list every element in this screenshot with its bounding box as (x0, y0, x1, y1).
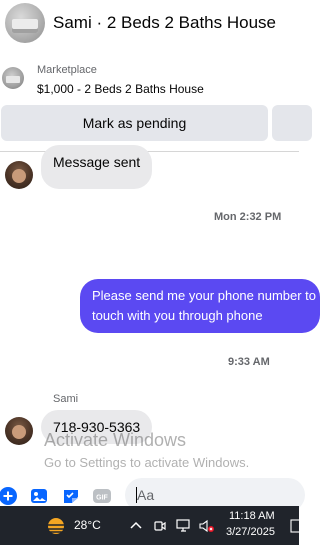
network-icon[interactable] (176, 518, 192, 534)
meet-now-icon[interactable] (152, 518, 168, 534)
clock-time[interactable]: 11:18 AM (229, 510, 275, 522)
activate-windows-subtitle: Go to Settings to activate Windows. (44, 455, 250, 470)
sender-name: Sami (53, 393, 79, 405)
timestamp-2: 9:33 AM (228, 356, 270, 368)
clock-date[interactable]: 3/27/2025 (226, 526, 275, 538)
chevron-up-icon[interactable] (128, 518, 144, 534)
plus-icon[interactable] (0, 487, 17, 505)
notification-icon[interactable] (288, 518, 304, 534)
listing-source-label: Marketplace (37, 64, 97, 76)
listing-title: $1,000 - 2 Beds 2 Baths House (37, 82, 204, 96)
marketplace-listing[interactable]: Marketplace $1,000 - 2 Beds 2 Baths Hous… (0, 55, 299, 101)
outgoing-text-line1: Please send me your phone number to get … (92, 288, 320, 303)
sender-avatar[interactable] (5, 161, 33, 189)
secondary-action-button[interactable] (272, 105, 312, 141)
listing-thumbnail (2, 67, 24, 89)
mark-as-pending-button[interactable]: Mark as pending (1, 105, 268, 141)
sender-avatar[interactable] (5, 417, 33, 445)
photo-icon[interactable] (30, 487, 48, 505)
message-bubble-incoming: 718-930-5363 (41, 410, 153, 444)
volume-muted-icon[interactable] (199, 518, 215, 534)
contact-avatar[interactable] (5, 3, 45, 43)
message-bubble-system: Message sent (41, 145, 153, 189)
sticker-icon[interactable] (62, 487, 80, 505)
gif-icon[interactable]: GIF (93, 487, 111, 505)
message-input[interactable] (137, 486, 287, 504)
windows-taskbar: 28°C 11:18 AM 3/27/2025 (0, 506, 302, 545)
conversation-title[interactable]: Sami · 2 Beds 2 Baths House (53, 13, 276, 33)
weather-icon[interactable] (45, 516, 67, 536)
temperature-text[interactable]: 28°C (74, 518, 101, 532)
conversation-header: Sami · 2 Beds 2 Baths House (0, 0, 299, 50)
outgoing-text-line2: touch with you through phone (92, 308, 263, 323)
message-sent-text: Message sent (53, 154, 141, 170)
svg-text:GIF: GIF (96, 495, 108, 502)
message-bubble-outgoing: Please send me your phone number to get … (80, 279, 320, 333)
incoming-phone-text: 718-930-5363 (53, 419, 141, 435)
timestamp-1: Mon 2:32 PM (214, 211, 282, 223)
